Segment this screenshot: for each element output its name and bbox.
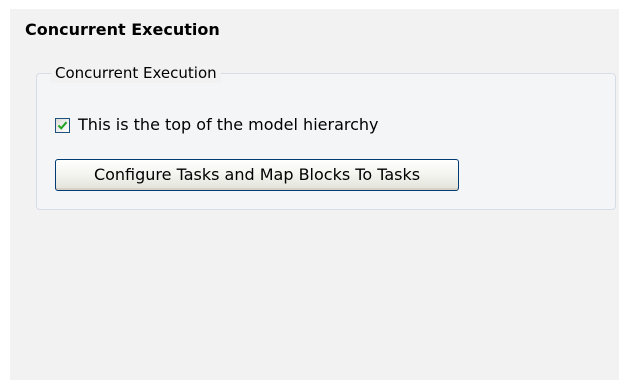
top-of-model-hierarchy-label: This is the top of the model hierarchy — [78, 115, 379, 134]
top-of-model-hierarchy-checkbox-row[interactable]: This is the top of the model hierarchy — [55, 115, 379, 135]
concurrent-execution-group: Concurrent Execution This is the top of … — [36, 63, 616, 210]
concurrent-execution-pane: Concurrent Execution Concurrent Executio… — [10, 9, 619, 380]
top-of-model-hierarchy-checkbox[interactable] — [55, 117, 70, 133]
group-legend: Concurrent Execution — [51, 63, 221, 83]
checkmark-icon — [57, 121, 68, 130]
configure-tasks-button[interactable]: Configure Tasks and Map Blocks To Tasks — [55, 159, 459, 191]
pane-title: Concurrent Execution — [25, 20, 220, 39]
